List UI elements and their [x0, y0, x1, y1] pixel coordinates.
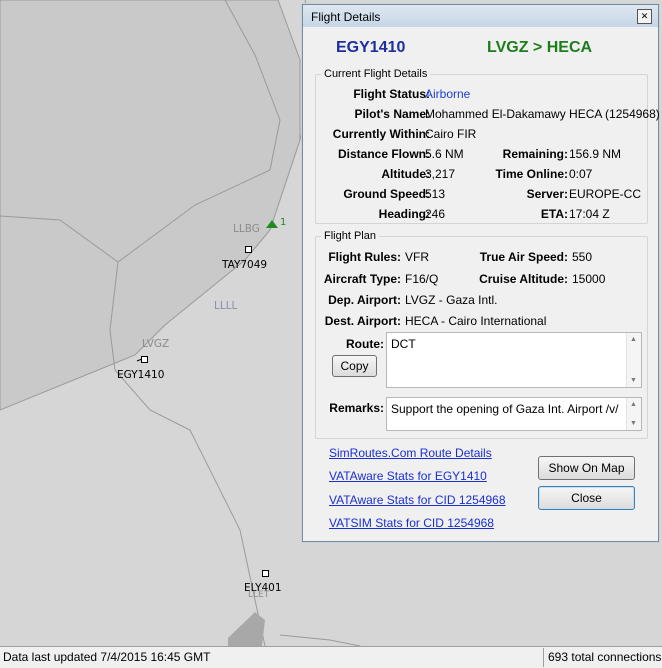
vataware-callsign-link[interactable]: VATAware Stats for EGY1410 [329, 469, 487, 483]
callsign-label-egy1410[interactable]: EGY1410 [117, 369, 164, 381]
callsign-label-tay7049[interactable]: TAY7049 [222, 259, 267, 271]
status-connections: 693 total connections [548, 650, 662, 664]
current-flight-details-group: Current Flight Details Flight Status: Ai… [315, 68, 660, 224]
server-value: EUROPE-CC [569, 187, 642, 201]
ground-speed-value: 513 [425, 187, 446, 201]
flight-rules-label: Flight Rules: [328, 250, 401, 264]
vatsim-cid-link[interactable]: VATSIM Stats for CID 1254968 [329, 516, 494, 530]
scroll-up-icon[interactable]: ▲ [630, 336, 637, 343]
route-text: DCT [391, 337, 416, 351]
cruise-altitude-label: Cruise Altitude: [479, 272, 568, 286]
remarks-text: Support the opening of Gaza Int. Airport… [391, 402, 619, 416]
dest-airport-value: HECA - Cairo International [405, 314, 547, 328]
simroutes-link[interactable]: SimRoutes.Com Route Details [329, 446, 492, 460]
dest-airport-label: Dest. Airport: [324, 314, 401, 328]
aircraft-type-label: Aircraft Type: [323, 272, 401, 286]
pilot-label: Pilot's Name: [354, 107, 430, 121]
flight-rules-value: VFR [405, 250, 429, 264]
dialog-body: EGY1410 LVGZ > HECA Current Flight Detai… [309, 27, 660, 535]
true-air-speed-label: True Air Speed: [479, 250, 568, 264]
flight-details-dialog: Flight Details ✕ EGY1410 LVGZ > HECA Cur… [302, 4, 660, 542]
dep-airport-value: LVGZ - Gaza Intl. [405, 293, 498, 307]
dialog-title: Flight Details [311, 10, 381, 24]
status-bar: Data last updated 7/4/2015 16:45 GMT 693… [0, 646, 662, 668]
airport-label-llet[interactable]: LLET [248, 590, 269, 600]
remaining-value: 156.9 NM [569, 147, 622, 161]
time-online-value: 0:07 [569, 167, 593, 181]
group-legend-current: Current Flight Details [321, 68, 431, 80]
group-legend-plan: Flight Plan [321, 230, 379, 242]
close-icon[interactable]: ✕ [637, 9, 652, 24]
scroll-down-icon[interactable]: ▼ [630, 420, 637, 427]
airport-label-llbg[interactable]: LLBG [233, 223, 260, 235]
time-online-label: Time Online: [495, 167, 568, 181]
airport-label-lvgz[interactable]: LVGZ [142, 338, 169, 350]
aircraft-type-value: F16/Q [405, 272, 439, 286]
pilot-value: Mohammed El-Dakamawy HECA (1254968) [425, 107, 660, 121]
remarks-label: Remarks: [329, 401, 384, 415]
aircraft-marker-tay7049[interactable] [245, 246, 252, 253]
route-heading: LVGZ > HECA [487, 39, 593, 56]
flight-plan-group: Flight Plan Flight Rules: VFR True Air S… [315, 230, 648, 439]
eta-value: 17:04 Z [569, 207, 610, 221]
within-value: Cairo FIR [425, 127, 477, 141]
eta-label: ETA: [540, 207, 568, 221]
route-textbox[interactable]: DCT ▲ ▼ [386, 332, 642, 388]
dep-airport-label: Dep. Airport: [328, 293, 401, 307]
cruise-altitude-value: 15000 [572, 272, 606, 286]
distance-label: Distance Flown: [337, 147, 430, 161]
server-label: Server: [526, 187, 568, 201]
traffic-count: 1 [280, 217, 287, 228]
altitude-label: Altitude: [381, 167, 430, 181]
ground-speed-label: Ground Speed: [343, 187, 430, 201]
status-value: Airborne [425, 87, 471, 101]
remarks-textbox[interactable]: Support the opening of Gaza Int. Airport… [386, 397, 642, 431]
fir-label-llll: LLLL [214, 300, 238, 312]
remaining-label: Remaining: [502, 147, 568, 161]
show-on-map-button[interactable]: Show On Map [538, 456, 635, 480]
route-scrollbar[interactable]: ▲ ▼ [626, 333, 641, 387]
route-label: Route: [346, 337, 384, 351]
status-label: Flight Status: [353, 87, 430, 101]
callsign-heading: EGY1410 [336, 39, 406, 56]
aircraft-marker-egy1410[interactable] [141, 356, 148, 363]
dialog-titlebar[interactable]: Flight Details ✕ [303, 5, 658, 27]
heading-value: 246 [425, 207, 446, 221]
aircraft-marker-ely401[interactable] [262, 570, 269, 577]
altitude-value: 3,217 [425, 167, 456, 181]
vataware-cid-link[interactable]: VATAware Stats for CID 1254968 [329, 493, 506, 507]
remarks-scrollbar[interactable]: ▲ ▼ [626, 398, 641, 430]
heading-label: Heading: [378, 207, 430, 221]
close-button[interactable]: Close [538, 486, 635, 510]
status-last-updated: Data last updated 7/4/2015 16:45 GMT [3, 650, 211, 664]
distance-value: 5.6 NM [425, 147, 464, 161]
status-separator [543, 648, 544, 667]
true-air-speed-value: 550 [572, 250, 593, 264]
copy-button[interactable]: Copy [332, 355, 377, 377]
scroll-up-icon[interactable]: ▲ [630, 401, 637, 408]
within-label: Currently Within: [332, 127, 430, 141]
scroll-down-icon[interactable]: ▼ [630, 377, 637, 384]
